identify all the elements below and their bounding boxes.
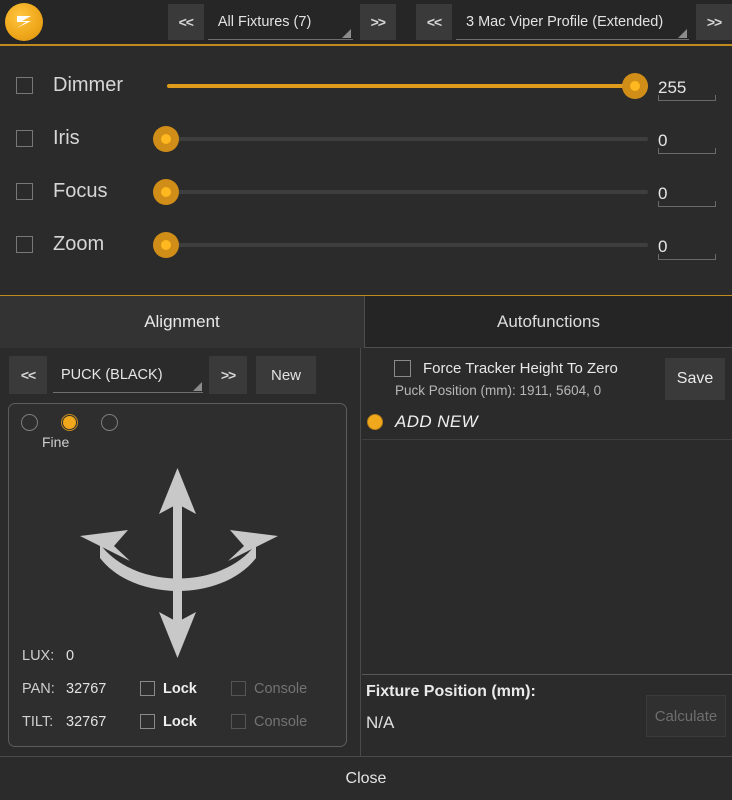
app-header: << All Fixtures (7) >> << 3 Mac Viper Pr… [0, 0, 732, 46]
save-button[interactable]: Save [665, 358, 725, 400]
channel-slider-zoom[interactable] [153, 230, 648, 260]
slider-thumb-dimmer[interactable] [622, 73, 648, 99]
pan-tilt-pad[interactable]: Fine [8, 403, 347, 747]
force-tracker-checkbox[interactable] [394, 360, 411, 377]
slider-track-dimmer [167, 84, 648, 88]
mode-radio-ultrafine[interactable] [101, 414, 118, 431]
stat-key-tilt: TILT: [22, 714, 66, 730]
channel-slider-iris[interactable] [153, 124, 648, 154]
channel-row-iris: Iris 0 [0, 115, 732, 162]
channel-row-dimmer: Dimmer 255 [0, 62, 732, 109]
tab-alignment[interactable]: Alignment [0, 296, 364, 348]
channel-row-zoom: Zoom 0 [0, 221, 732, 268]
puck-next-button[interactable]: >> [209, 356, 247, 394]
channel-label-focus: Focus [53, 180, 153, 203]
profile-dropdown[interactable]: 3 Mac Viper Profile (Extended) [456, 4, 689, 40]
profile-prev-button[interactable]: << [416, 4, 452, 40]
force-tracker-label: Force Tracker Height To Zero [423, 360, 618, 377]
channel-checkbox-focus[interactable] [16, 183, 33, 200]
channel-label-zoom: Zoom [53, 233, 153, 256]
stat-key-pan: PAN: [22, 681, 66, 697]
fixture-control-window: << All Fixtures (7) >> << 3 Mac Viper Pr… [0, 0, 732, 800]
autofunctions-panel: Force Tracker Height To Zero Save Puck P… [362, 348, 732, 756]
add-new-row[interactable]: ADD NEW [362, 404, 732, 440]
puck-dropdown[interactable]: PUCK (BLACK) [53, 357, 203, 393]
stat-value-lux: 0 [66, 648, 140, 664]
stat-row-tilt: TILT: 32767 Lock Console [9, 705, 348, 738]
fixtures-next-button[interactable]: >> [360, 4, 396, 40]
pan-tilt-cross-arrows-icon[interactable] [9, 456, 348, 668]
channel-label-dimmer: Dimmer [53, 74, 153, 97]
alignment-stats: LUX: 0 PAN: 32767 Lock Console TILT: 327… [9, 639, 348, 738]
channel-value-zoom[interactable]: 0 [658, 230, 716, 260]
slider-track-iris [167, 137, 648, 141]
channel-sliders-section: Dimmer 255 Iris 0 Focus 0 [0, 48, 732, 293]
new-puck-button[interactable]: New [256, 356, 316, 394]
mode-radio-group [9, 404, 346, 431]
tilt-lock-checkbox[interactable] [140, 714, 155, 729]
channel-slider-dimmer[interactable] [153, 71, 648, 101]
stat-value-pan: 32767 [66, 681, 140, 697]
tilt-console-label: Console [254, 714, 322, 730]
slider-thumb-focus[interactable] [153, 179, 179, 205]
channel-value-iris[interactable]: 0 [658, 124, 716, 154]
profile-selector: << 3 Mac Viper Profile (Extended) >> [416, 4, 732, 40]
zactrack-logo-icon [5, 3, 43, 41]
tilt-lock-label: Lock [163, 714, 231, 730]
channel-label-iris: Iris [53, 127, 153, 150]
tab-bar: Alignment Autofunctions [0, 295, 732, 348]
channel-checkbox-dimmer[interactable] [16, 77, 33, 94]
fixture-position-box: Fixture Position (mm): N/A Calculate [362, 674, 732, 756]
fixtures-prev-button[interactable]: << [168, 4, 204, 40]
stat-row-lux: LUX: 0 [9, 639, 348, 672]
stat-value-tilt: 32767 [66, 714, 140, 730]
slider-thumb-iris[interactable] [153, 126, 179, 152]
channel-row-focus: Focus 0 [0, 168, 732, 215]
puck-selector-bar: << PUCK (BLACK) >> New [0, 348, 360, 394]
fixtures-selector: << All Fixtures (7) >> [168, 4, 396, 40]
pan-console-checkbox[interactable] [231, 681, 246, 696]
pan-console-label: Console [254, 681, 322, 697]
puck-prev-button[interactable]: << [9, 356, 47, 394]
channel-value-dimmer[interactable]: 255 [658, 71, 716, 101]
tilt-console-checkbox[interactable] [231, 714, 246, 729]
fixtures-dropdown[interactable]: All Fixtures (7) [208, 4, 353, 40]
add-new-label: ADD NEW [395, 412, 478, 432]
mode-radio-fine[interactable] [61, 414, 78, 431]
stat-row-pan: PAN: 32767 Lock Console [9, 672, 348, 705]
pan-lock-checkbox[interactable] [140, 681, 155, 696]
channel-value-focus[interactable]: 0 [658, 177, 716, 207]
slider-track-focus [167, 190, 648, 194]
calculate-button[interactable]: Calculate [646, 695, 726, 737]
channel-slider-focus[interactable] [153, 177, 648, 207]
profile-next-button[interactable]: >> [696, 4, 732, 40]
pan-lock-label: Lock [163, 681, 231, 697]
stat-key-lux: LUX: [22, 648, 66, 664]
mode-label-fine: Fine [42, 434, 346, 450]
slider-track-zoom [167, 243, 648, 247]
mode-radio-coarse[interactable] [21, 414, 38, 431]
close-button[interactable]: Close [0, 756, 732, 800]
channel-checkbox-iris[interactable] [16, 130, 33, 147]
add-new-bullet-icon [367, 414, 383, 430]
alignment-panel: << PUCK (BLACK) >> New Fine [0, 348, 361, 756]
channel-checkbox-zoom[interactable] [16, 236, 33, 253]
tab-autofunctions[interactable]: Autofunctions [364, 296, 732, 348]
slider-thumb-zoom[interactable] [153, 232, 179, 258]
